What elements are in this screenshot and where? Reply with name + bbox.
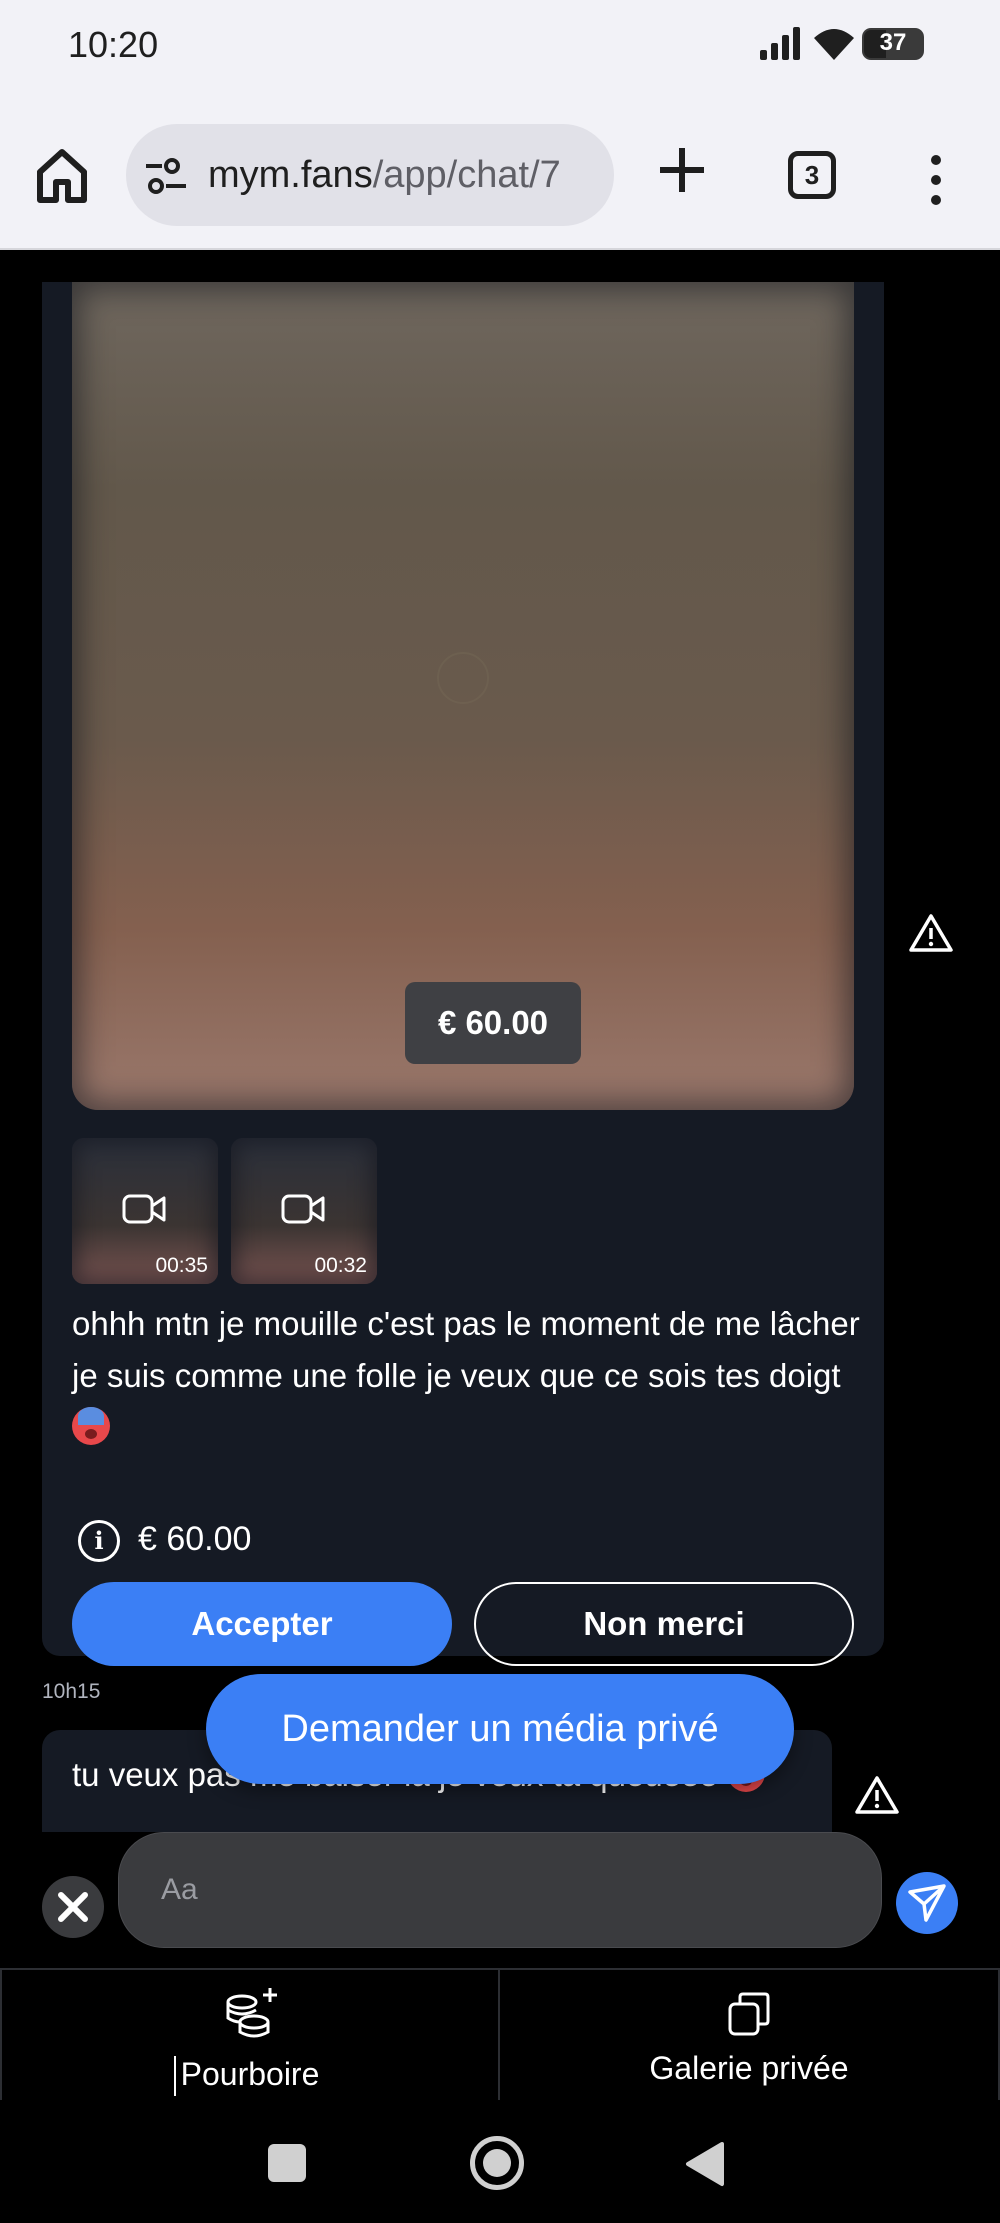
accept-button[interactable]: Accepter <box>72 1582 452 1666</box>
tab-tip-label: Pourboire <box>180 2056 320 2092</box>
url-path: /app/chat/7 <box>372 154 561 196</box>
more-vert-icon[interactable] <box>920 152 952 208</box>
copy-icon <box>728 1992 770 2036</box>
chat-thread[interactable]: € 60.00 00:35 00:32 ohhh mtn je mouille … <box>0 252 1000 1968</box>
tune-icon[interactable] <box>144 156 188 196</box>
home-button[interactable] <box>470 2136 524 2190</box>
battery-level: 37 <box>879 29 907 56</box>
browser-toolbar: mym.fans/app/chat/7 3 <box>0 92 1000 250</box>
new-tab-plus-icon[interactable] <box>652 140 712 200</box>
message-composer <box>0 1832 1000 1968</box>
info-icon[interactable]: i <box>78 1520 120 1562</box>
video-duration: 00:32 <box>314 1254 367 1277</box>
close-icon <box>58 1892 88 1922</box>
tab-switcher-button[interactable]: 3 <box>788 151 836 199</box>
tab-tip[interactable]: Pourboire <box>0 1970 500 2102</box>
message-timestamp: 10h15 <box>42 1680 101 1703</box>
send-button[interactable] <box>896 1872 958 1934</box>
battery-icon: 37 <box>862 28 924 60</box>
blurred-media-preview[interactable]: € 60.00 <box>72 282 854 1110</box>
media-price-tag: € 60.00 <box>405 982 581 1064</box>
url-text[interactable]: mym.fans/app/chat/7 <box>208 154 561 197</box>
video-icon <box>281 1194 325 1224</box>
status-time: 10:20 <box>68 24 159 65</box>
tab-private-gallery-label: Galerie privée <box>649 2050 849 2086</box>
message-body: ohhh mtn je mouille c'est pas le moment … <box>72 1305 860 1394</box>
hot-face-emoji-icon <box>72 1407 110 1445</box>
message-text: ohhh mtn je mouille c'est pas le moment … <box>72 1298 872 1454</box>
recent-apps-button[interactable] <box>268 2144 306 2182</box>
signal-icon <box>760 27 800 60</box>
tab-private-gallery[interactable]: Galerie privée <box>500 1970 1000 2102</box>
url-host: mym.fans <box>208 154 373 196</box>
address-bar[interactable]: mym.fans/app/chat/7 <box>126 124 614 226</box>
system-navigation-bar <box>0 2100 1000 2223</box>
bottom-tab-bar: Pourboire Galerie privée <box>0 1968 1000 2102</box>
video-thumbnail[interactable]: 00:35 <box>72 1138 218 1284</box>
warning-icon[interactable] <box>854 1774 900 1816</box>
media-offer-bubble: € 60.00 00:35 00:32 ohhh mtn je mouille … <box>42 282 884 1666</box>
send-icon <box>908 1884 946 1922</box>
coins-plus-icon <box>226 1988 277 2038</box>
request-private-media-button[interactable]: Demander un média privé <box>206 1674 794 1784</box>
close-composer-button[interactable] <box>42 1876 104 1938</box>
message-input[interactable] <box>118 1832 882 1948</box>
back-icon[interactable] <box>684 2140 726 2188</box>
home-icon[interactable] <box>30 144 94 208</box>
video-duration: 00:35 <box>155 1254 208 1277</box>
video-thumbnail[interactable]: 00:32 <box>231 1138 377 1284</box>
wifi-icon <box>814 29 854 60</box>
video-icon <box>122 1194 166 1224</box>
warning-icon[interactable] <box>908 912 954 954</box>
decline-button[interactable]: Non merci <box>474 1582 854 1666</box>
status-bar: 10:20 37 <box>0 0 1000 92</box>
offer-price: € 60.00 <box>138 1520 252 1558</box>
